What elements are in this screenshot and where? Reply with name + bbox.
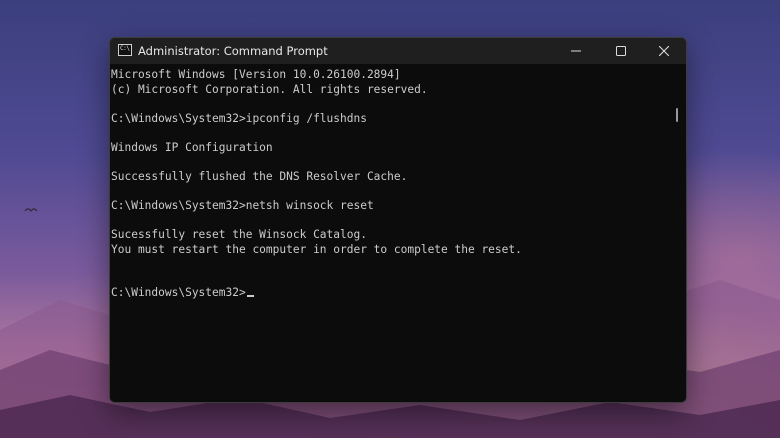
text-cursor: [246, 295, 254, 297]
console-prompt-line[interactable]: C:\Windows\System32>: [111, 285, 254, 300]
bird-icon: [24, 208, 38, 213]
minimize-icon: [571, 50, 581, 52]
console-line: Successfully flushed the DNS Resolver Ca…: [111, 170, 408, 183]
console-line: (c) Microsoft Corporation. All rights re…: [111, 83, 428, 96]
minimize-button[interactable]: [554, 38, 598, 64]
command-prompt-icon: C:\: [118, 44, 132, 56]
title-bar[interactable]: C:\ Administrator: Command Prompt: [110, 38, 686, 64]
close-icon: [659, 46, 669, 56]
window-title: Administrator: Command Prompt: [138, 44, 328, 58]
console-prompt: C:\Windows\System32>: [111, 286, 246, 299]
console-line: You must restart the computer in order t…: [111, 243, 522, 256]
command-prompt-window[interactable]: C:\ Administrator: Command Prompt Micros…: [109, 37, 687, 403]
console-line: Windows IP Configuration: [111, 141, 273, 154]
console-line: Microsoft Windows [Version 10.0.26100.28…: [111, 68, 401, 81]
console-line: C:\Windows\System32>netsh winsock reset: [111, 199, 374, 212]
scrollbar-thumb[interactable]: [676, 108, 678, 122]
command-prompt-icon-text: C:\: [120, 45, 130, 52]
console-output[interactable]: Microsoft Windows [Version 10.0.26100.28…: [110, 64, 686, 402]
console-line: C:\Windows\System32>ipconfig /flushdns: [111, 112, 367, 125]
maximize-icon: [616, 46, 626, 56]
close-button[interactable]: [642, 38, 686, 64]
console-line: Sucessfully reset the Winsock Catalog.: [111, 228, 367, 241]
maximize-button[interactable]: [599, 38, 643, 64]
